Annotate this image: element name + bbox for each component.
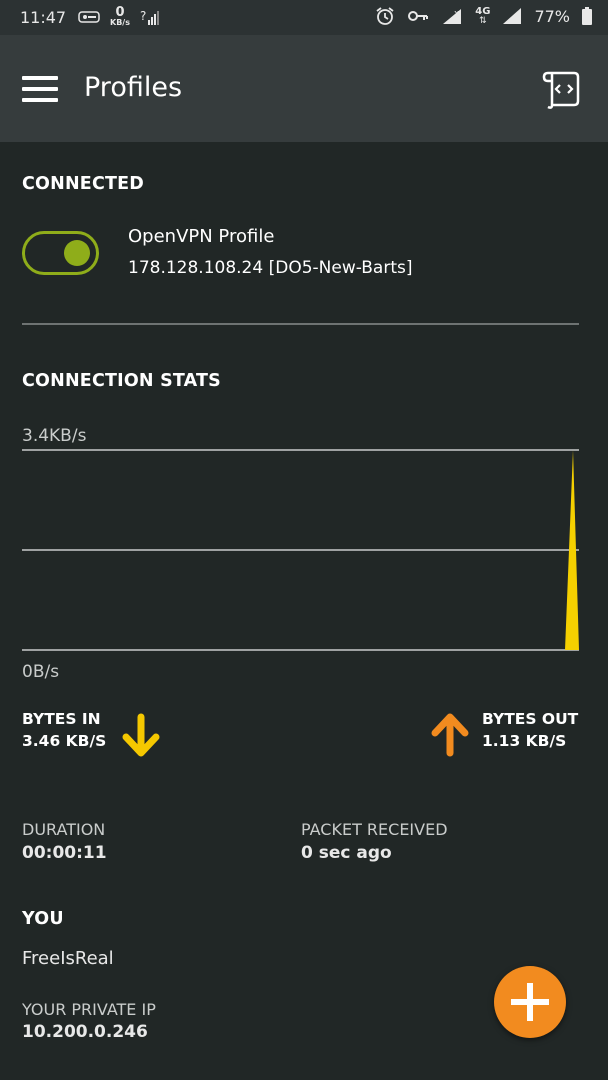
duration-label: DURATION [22,820,106,839]
hamburger-menu-icon[interactable] [22,76,58,102]
app-bar: Profiles [0,35,608,142]
bytes-in-label: BYTES IN [22,710,101,728]
add-profile-button[interactable] [494,966,566,1038]
connection-stats-chart: 3.4KB/s 0B/s [22,426,579,682]
section-divider [22,323,579,325]
private-ip-value: 10.200.0.246 [22,1022,148,1042]
cell-signal-icon [503,8,522,24]
svg-text:?: ? [140,9,146,23]
net-speed-indicator: 0 KB/s [110,6,130,27]
alarm-icon [376,7,394,25]
status-bar: 11:47 0 KB/s ? x 4G ⇅ 77% [0,0,608,35]
private-ip-label: YOUR PRIVATE IP [22,1000,156,1019]
battery-icon [582,7,592,25]
username: FreeIsReal [22,948,114,969]
you-header: YOU [22,909,64,929]
vpn-key-status-icon [78,10,100,23]
bytes-out-arrow-icon [431,713,469,757]
bytes-in-value: 3.46 KB/S [22,732,107,750]
toggle-knob [64,240,90,266]
no-signal-icon: ? [140,9,159,25]
y-axis-max-label: 3.4KB/s [22,426,87,446]
connected-header: CONNECTED [22,174,145,194]
connection-stats-header: CONNECTION STATS [22,371,221,391]
status-left-icons: 0 KB/s ? [78,6,160,27]
status-time: 11:47 [20,8,67,27]
wifi-off-signal-icon: x [443,9,462,24]
packet-received-value: 0 sec ago [301,843,392,863]
bytes-out-value: 1.13 KB/S [482,732,567,750]
net-speed-unit: KB/s [110,18,130,27]
vpn-connection-toggle[interactable] [22,231,99,275]
bytes-in-arrow-icon [122,713,160,757]
profile-name[interactable]: OpenVPN Profile [128,226,274,247]
y-axis-min-label: 0B/s [22,662,59,682]
data-arrows-icon: ⇅ [479,15,487,26]
network-type: 4G ⇅ [475,5,491,26]
bytes-out-label: BYTES OUT [482,710,579,728]
profile-server: 178.128.108.24 [DO5-New-Barts] [128,258,413,278]
duration-value: 00:00:11 [22,843,107,863]
network-type-label: 4G [475,5,491,17]
vpn-key-icon [408,11,429,21]
svg-text:x: x [454,9,460,19]
log-scroll-icon[interactable] [540,69,584,109]
page-title: Profiles [84,72,183,103]
battery-percent: 77% [534,6,570,26]
status-right-icons: x 4G ⇅ 77% [375,6,592,26]
packet-received-label: PACKET RECEIVED [301,820,448,839]
plus-icon-vertical [527,983,533,1021]
